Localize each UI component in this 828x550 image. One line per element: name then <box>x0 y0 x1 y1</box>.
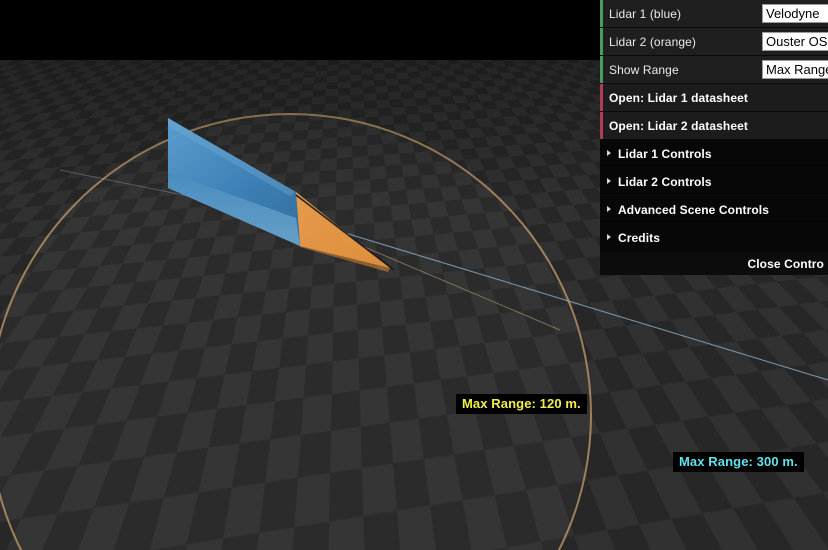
control-row-lidar1-label: Lidar 1 (blue) <box>609 6 682 21</box>
folder-lidar1-controls[interactable]: Lidar 1 Controls <box>600 140 828 167</box>
control-panel[interactable]: Lidar 1 (blue) Lidar 2 (orange) Show Ran… <box>600 0 828 275</box>
lidar1-model-input[interactable] <box>762 4 828 23</box>
control-row-show-range-label: Show Range <box>609 62 679 77</box>
open-lidar1-datasheet-label: Open: Lidar 1 datasheet <box>609 90 748 105</box>
open-lidar2-datasheet-label: Open: Lidar 2 datasheet <box>609 118 748 133</box>
folder-advanced-scene-controls[interactable]: Advanced Scene Controls <box>600 196 828 223</box>
chevron-right-icon <box>607 149 611 156</box>
lidar-visualizer-app: Max Range: 120 m. Max Range: 300 m. Lida… <box>0 0 828 550</box>
control-row-lidar2-label: Lidar 2 (orange) <box>609 34 696 49</box>
control-row-lidar2[interactable]: Lidar 2 (orange) <box>600 28 828 55</box>
folder-lidar2-controls-label: Lidar 2 Controls <box>618 174 712 189</box>
max-range-inner-label: Max Range: 120 m. <box>456 394 587 414</box>
chevron-right-icon <box>607 205 611 212</box>
folder-advanced-scene-controls-label: Advanced Scene Controls <box>618 202 770 217</box>
folder-credits[interactable]: Credits <box>600 224 828 251</box>
chevron-right-icon <box>607 177 611 184</box>
lidar2-model-input[interactable] <box>762 32 828 51</box>
show-range-select[interactable] <box>762 60 828 79</box>
max-range-outer-label: Max Range: 300 m. <box>673 452 804 472</box>
folder-lidar1-controls-label: Lidar 1 Controls <box>618 146 712 161</box>
close-controls-label: Close Contro <box>747 256 824 271</box>
folder-lidar2-controls[interactable]: Lidar 2 Controls <box>600 168 828 195</box>
open-lidar2-datasheet-button[interactable]: Open: Lidar 2 datasheet <box>600 112 828 139</box>
folder-credits-label: Credits <box>618 230 661 245</box>
control-row-show-range[interactable]: Show Range <box>600 56 828 83</box>
control-row-lidar1[interactable]: Lidar 1 (blue) <box>600 0 828 27</box>
chevron-right-icon <box>607 233 611 240</box>
open-lidar1-datasheet-button[interactable]: Open: Lidar 1 datasheet <box>600 84 828 111</box>
close-controls-button[interactable]: Close Contro <box>600 252 828 275</box>
